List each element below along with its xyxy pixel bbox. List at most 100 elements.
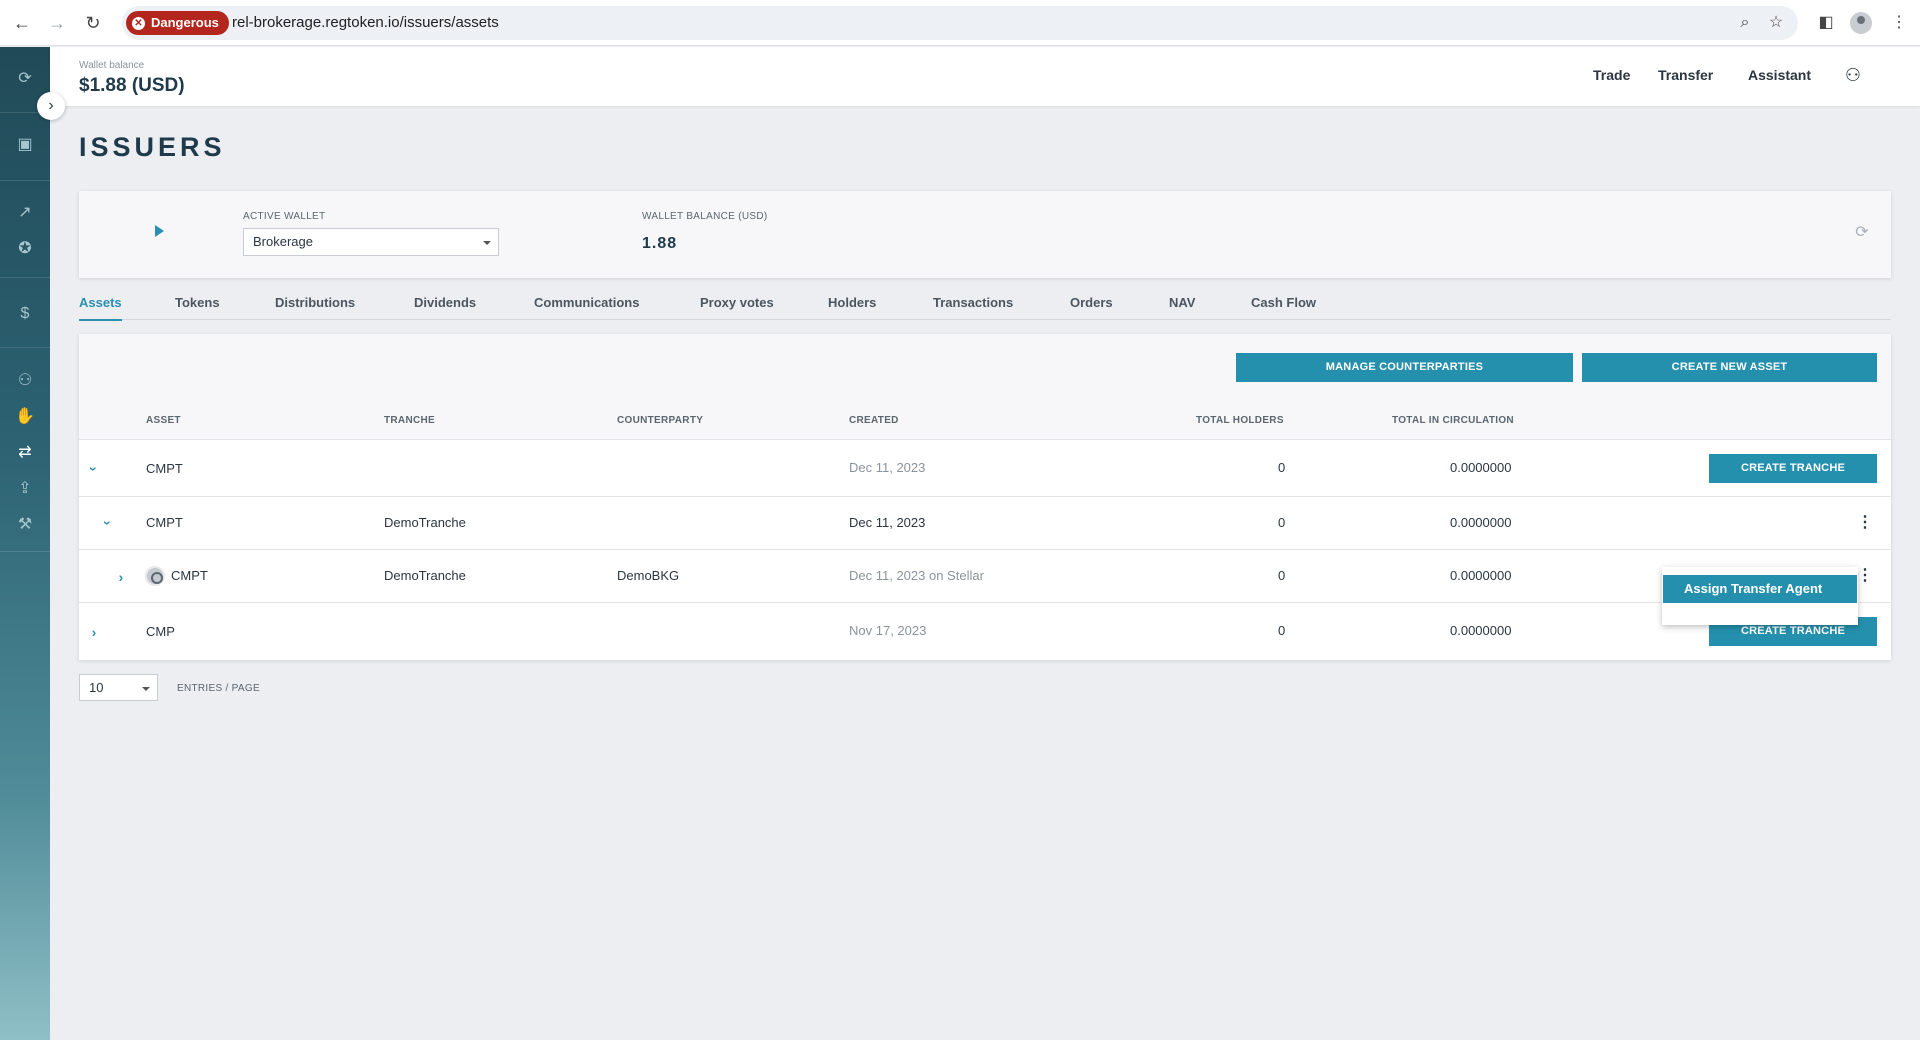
wallet-balance-usd-label: WALLET BALANCE (USD) xyxy=(642,211,768,222)
table-header: ASSET TRANCHE COUNTERPARTY CREATED TOTAL… xyxy=(79,400,1891,440)
error-icon: ✕ xyxy=(132,16,145,30)
address-bar[interactable]: ✕ Dangerous rel-brokerage.regtoken.io/is… xyxy=(122,6,1798,40)
row-actions-menu: Assign Transfer Agent xyxy=(1662,567,1858,625)
total-holders-cell: 0 xyxy=(1278,623,1286,638)
column-header-tranche[interactable]: TRANCHE xyxy=(384,415,435,426)
sidebar-divider xyxy=(0,180,50,181)
dollar-icon[interactable]: $ xyxy=(13,302,37,326)
nav-trade[interactable]: Trade xyxy=(1593,67,1630,83)
nav-assistant[interactable]: Assistant xyxy=(1748,67,1811,83)
chevron-right-icon[interactable]: › xyxy=(114,570,128,584)
created-cell: Dec 11, 2023 on Stellar xyxy=(849,568,984,583)
security-badge-label: Dangerous xyxy=(151,15,219,30)
app-sidebar: ⟳ ▣ ↗ ✪ $ ⚇ ✋ ⇄ ⇪ ⚒ xyxy=(0,47,50,1040)
total-circulation-cell: 0.0000000 xyxy=(1450,623,1512,638)
manage-counterparties-button[interactable]: MANAGE COUNTERPARTIES xyxy=(1236,353,1573,382)
total-holders-cell: 0 xyxy=(1278,568,1286,583)
tab-holders[interactable]: Holders xyxy=(828,295,876,319)
browser-toolbar: ← → ↻ ✕ Dangerous rel-brokerage.regtoken… xyxy=(0,0,1920,46)
chevron-down-icon[interactable]: › xyxy=(100,516,116,530)
more-actions-icon[interactable]: ⋮ xyxy=(1857,515,1873,531)
wallet-balance-value: $1.88 (USD) xyxy=(79,75,185,96)
tools-icon[interactable]: ⚒ xyxy=(13,513,37,537)
badge-icon[interactable]: ✪ xyxy=(13,237,37,261)
trend-icon[interactable]: ↗ xyxy=(13,201,37,225)
table-row[interactable]: › CMPT DemoTranche Dec 11, 2023 0 0.0000… xyxy=(79,497,1891,550)
sidebar-expand-button[interactable]: › xyxy=(37,92,65,120)
caret-down-icon xyxy=(142,687,150,691)
tab-tokens[interactable]: Tokens xyxy=(175,295,220,319)
sidebar-divider xyxy=(0,277,50,278)
tab-cash-flow[interactable]: Cash Flow xyxy=(1251,295,1316,319)
total-holders-cell: 0 xyxy=(1278,515,1286,530)
play-icon[interactable] xyxy=(155,225,164,237)
table-row[interactable]: › CMPT DemoTranche DemoBKG Dec 11, 2023 … xyxy=(79,550,1891,603)
tab-distributions[interactable]: Distributions xyxy=(275,295,355,319)
tranche-cell: DemoTranche xyxy=(384,515,466,530)
tab-transactions[interactable]: Transactions xyxy=(933,295,1013,319)
caret-down-icon xyxy=(483,241,491,245)
more-menu-icon[interactable]: ⋮ xyxy=(1888,12,1910,34)
team-icon[interactable]: ⚇ xyxy=(1841,63,1865,87)
nav-transfer[interactable]: Transfer xyxy=(1658,67,1713,83)
tab-nav[interactable]: NAV xyxy=(1169,295,1195,319)
wallet-balance-usd-value: 1.88 xyxy=(642,235,678,252)
created-cell: Dec 11, 2023 xyxy=(849,515,926,530)
assets-panel: MANAGE COUNTERPARTIES CREATE NEW ASSET A… xyxy=(79,334,1891,660)
token-icon xyxy=(145,566,165,586)
asset-cell: CMPT xyxy=(146,461,183,476)
tab-orders[interactable]: Orders xyxy=(1070,295,1113,319)
column-header-total-in-circulation[interactable]: TOTAL IN CIRCULATION xyxy=(1392,415,1514,426)
tab-dividends[interactable]: Dividends xyxy=(414,295,476,319)
bookmark-star-icon[interactable]: ☆ xyxy=(1765,12,1787,34)
assets-toolbar: MANAGE COUNTERPARTIES CREATE NEW ASSET xyxy=(79,334,1891,400)
chevron-down-icon[interactable]: › xyxy=(86,462,102,476)
user-transfer-icon[interactable]: ⇄ xyxy=(13,441,37,465)
refresh-icon[interactable]: ⟳ xyxy=(1853,224,1871,242)
column-header-counterparty[interactable]: COUNTERPARTY xyxy=(617,415,703,426)
total-holders-cell: 0 xyxy=(1278,460,1286,475)
total-circulation-cell: 0.0000000 xyxy=(1450,515,1512,530)
created-cell: Dec 11, 2023 xyxy=(849,460,926,475)
inbox-upload-icon[interactable]: ⇪ xyxy=(13,477,37,501)
tab-proxy-votes[interactable]: Proxy votes xyxy=(700,295,774,319)
tab-communications[interactable]: Communications xyxy=(534,295,639,319)
column-header-total-holders[interactable]: TOTAL HOLDERS xyxy=(1196,415,1284,426)
wallet-icon[interactable]: ▣ xyxy=(13,133,37,157)
url-text[interactable]: rel-brokerage.regtoken.io/issuers/assets xyxy=(232,6,499,40)
sidebar-divider xyxy=(0,551,50,552)
people-icon[interactable]: ⚇ xyxy=(13,369,37,393)
asset-cell: CMP xyxy=(146,624,175,639)
created-cell: Nov 17, 2023 xyxy=(849,623,927,638)
entries-per-page-label: ENTRIES / PAGE xyxy=(177,683,260,694)
more-actions-icon[interactable]: ⋮ xyxy=(1857,568,1873,584)
tranche-cell: DemoTranche xyxy=(384,568,466,583)
active-wallet-value: Brokerage xyxy=(253,234,313,249)
wallet-balance-label: Wallet balance xyxy=(79,60,145,71)
side-panel-icon[interactable]: ◧ xyxy=(1815,12,1837,34)
assign-transfer-agent-menu-item[interactable]: Assign Transfer Agent xyxy=(1663,575,1857,603)
create-tranche-button[interactable]: CREATE TRANCHE xyxy=(1709,454,1877,483)
issuer-tabs: Assets Tokens Distributions Dividends Co… xyxy=(79,290,1891,321)
app-header: Wallet balance $1.88 (USD) Trade Transfe… xyxy=(50,47,1920,106)
tab-assets[interactable]: Assets xyxy=(79,295,122,321)
security-badge[interactable]: ✕ Dangerous xyxy=(126,11,229,35)
reload-icon[interactable]: ↻ xyxy=(82,12,104,34)
chevron-right-icon[interactable]: › xyxy=(87,625,101,639)
asset-cell: CMPT xyxy=(171,568,208,583)
forward-arrow-icon[interactable]: → xyxy=(46,12,68,34)
page-title: ISSUERS xyxy=(79,132,226,162)
column-header-asset[interactable]: ASSET xyxy=(146,415,181,426)
page-size-select[interactable]: 10 xyxy=(79,674,158,701)
create-new-asset-button[interactable]: CREATE NEW ASSET xyxy=(1582,353,1877,382)
profile-avatar[interactable] xyxy=(1850,12,1872,34)
column-header-created[interactable]: CREATED xyxy=(849,415,899,426)
zoom-icon[interactable]: ⌕ xyxy=(1734,12,1756,34)
handshake-icon[interactable]: ✋ xyxy=(13,405,37,429)
active-wallet-select[interactable]: Brokerage xyxy=(243,228,499,256)
page-size-value: 10 xyxy=(89,680,104,695)
sync-icon[interactable]: ⟳ xyxy=(13,67,37,91)
back-arrow-icon[interactable]: ← xyxy=(11,12,33,34)
table-row[interactable]: › CMPT Dec 11, 2023 0 0.0000000 CREATE T… xyxy=(79,440,1891,497)
table-row[interactable]: › CMP Nov 17, 2023 0 0.0000000 CREATE TR… xyxy=(79,603,1891,660)
